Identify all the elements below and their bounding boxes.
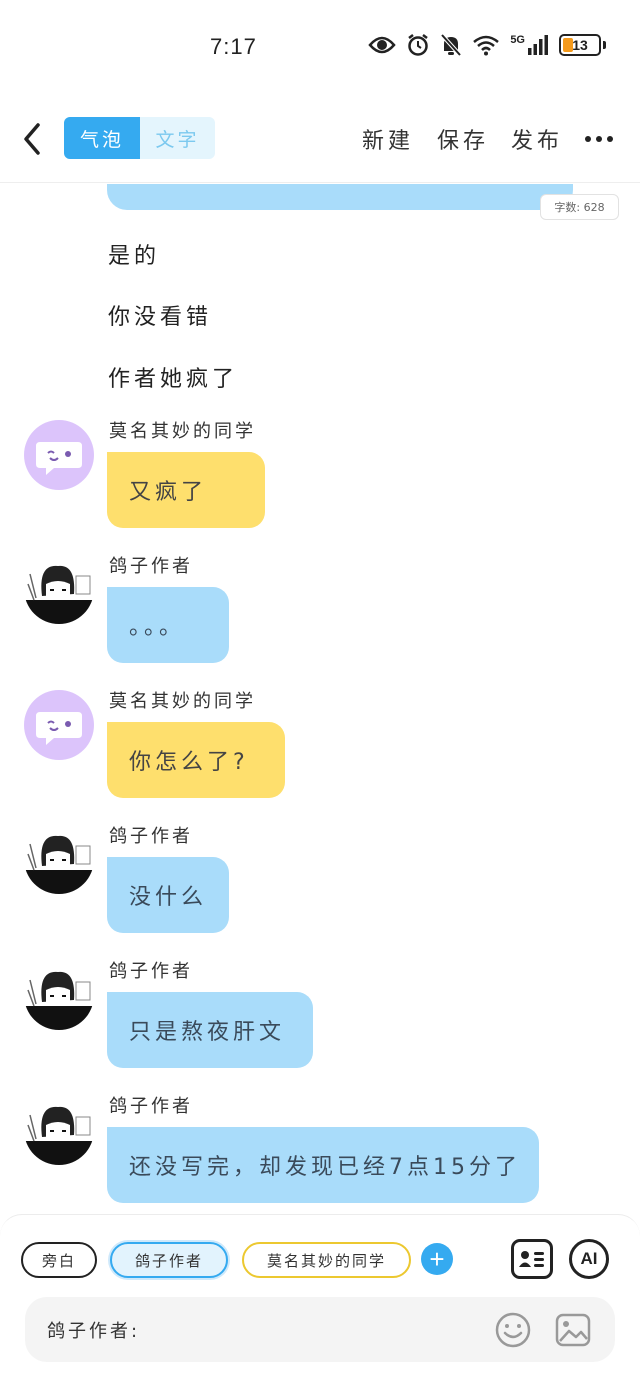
role-chip-narrator[interactable]: 旁白 (21, 1242, 97, 1278)
speaker-name: 鸽子作者 (109, 556, 193, 577)
speaker-name: 鸽子作者 (109, 1096, 193, 1117)
top-bar: 气泡 文字 新建 保存 发布 (0, 95, 640, 183)
message-input[interactable]: 鸽子作者: (25, 1297, 615, 1362)
more-options-icon[interactable] (585, 136, 613, 142)
narration-line[interactable]: 作者她疯了 (108, 361, 238, 393)
chat-face-icon (24, 690, 94, 760)
bell-muted-icon (440, 33, 462, 57)
contact-card-icon (519, 1251, 544, 1267)
speaker-name: 莫名其妙的同学 (109, 691, 256, 712)
word-count-badge: 字数: 628 (540, 194, 619, 220)
eye-icon (368, 36, 396, 54)
manga-avatar-icon (24, 824, 94, 894)
tab-bubble[interactable]: 气泡 (64, 117, 140, 159)
signal-icon: 5G (510, 34, 549, 56)
previous-bubble[interactable] (107, 184, 573, 210)
avatar-classmate[interactable] (24, 420, 94, 490)
manga-avatar-icon (24, 554, 94, 624)
back-arrow-icon[interactable] (18, 119, 48, 159)
avatar-author[interactable] (24, 960, 94, 1030)
role-card-button[interactable] (511, 1239, 553, 1279)
avatar-classmate[interactable] (24, 690, 94, 760)
message-bubble[interactable]: 。。。 (107, 587, 229, 663)
speaker-name: 鸽子作者 (109, 826, 193, 847)
alarm-icon (408, 34, 429, 56)
battery-icon: 13 (559, 34, 601, 56)
speaker-name: 莫名其妙的同学 (109, 421, 256, 442)
narration-line[interactable]: 你没看错 (108, 299, 212, 331)
image-icon[interactable] (554, 1311, 592, 1349)
plus-icon: + (429, 1244, 445, 1274)
chat-content[interactable]: 字数: 628 是的 你没看错 作者她疯了 莫名其妙的同学 又疯了 鸽子作者 。… (0, 184, 640, 1214)
save-button[interactable]: 保存 (437, 123, 489, 155)
chat-face-icon (24, 420, 94, 490)
message-bubble[interactable]: 你怎么了? (107, 722, 285, 798)
add-role-button[interactable]: + (421, 1243, 453, 1275)
new-button[interactable]: 新建 (362, 123, 414, 155)
input-speaker-prefix: 鸽子作者: (47, 1321, 141, 1342)
tab-text[interactable]: 文字 (140, 117, 215, 159)
status-time: 7:17 (210, 34, 257, 59)
mode-toggle: 气泡 文字 (64, 117, 215, 159)
wifi-icon (473, 35, 500, 56)
message-bubble[interactable]: 又疯了 (107, 452, 265, 528)
role-chip-classmate[interactable]: 莫名其妙的同学 (242, 1242, 411, 1278)
avatar-author[interactable] (24, 554, 94, 624)
status-icons: 5G 13 (368, 33, 606, 57)
emoji-icon[interactable] (494, 1311, 532, 1349)
message-bubble[interactable]: 只是熬夜肝文 (107, 992, 313, 1068)
status-bar: 7:17 5G 13 (0, 0, 640, 95)
avatar-author[interactable] (24, 1095, 94, 1165)
speaker-name: 鸽子作者 (109, 961, 193, 982)
ai-button[interactable]: AI (569, 1239, 609, 1279)
narration-line[interactable]: 是的 (108, 238, 160, 270)
manga-avatar-icon (24, 1095, 94, 1165)
publish-button[interactable]: 发布 (511, 123, 563, 155)
message-bubble[interactable]: 没什么 (107, 857, 229, 933)
manga-avatar-icon (24, 960, 94, 1030)
compose-panel: 旁白 鸽子作者 莫名其妙的同学 + AI 鸽子作者: (0, 1214, 640, 1387)
role-chip-author[interactable]: 鸽子作者 (110, 1242, 228, 1278)
avatar-author[interactable] (24, 824, 94, 894)
message-bubble[interactable]: 还没写完，却发现已经7点15分了 (107, 1127, 539, 1203)
